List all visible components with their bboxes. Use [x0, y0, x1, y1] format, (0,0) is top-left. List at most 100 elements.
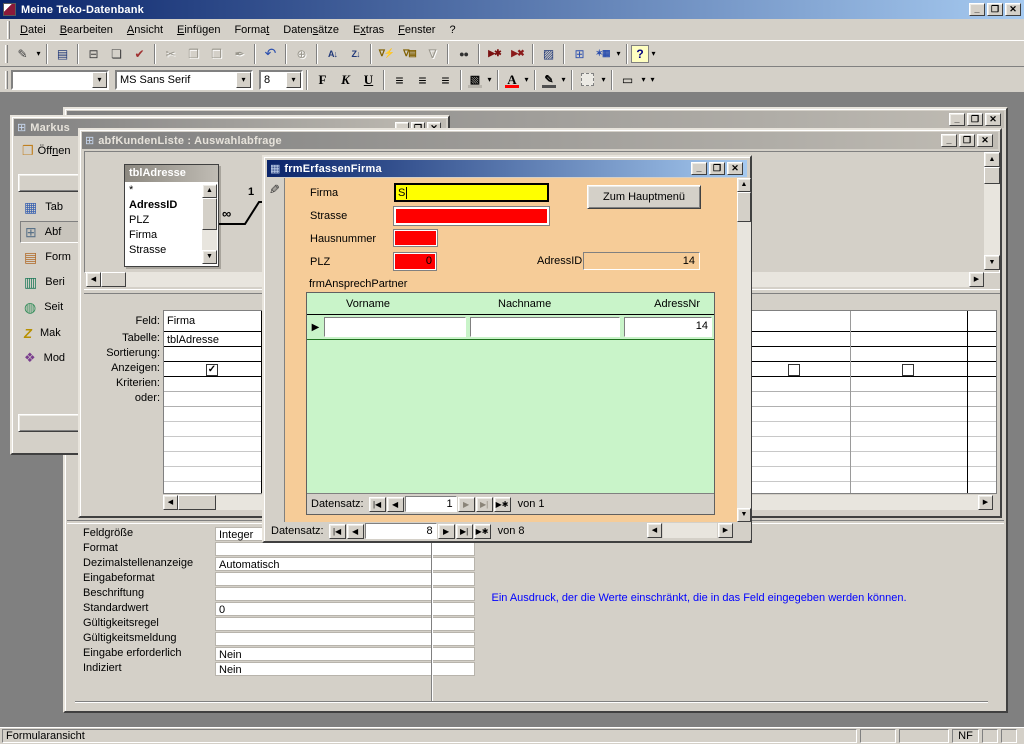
- cut-button[interactable]: ✂: [159, 43, 182, 65]
- firma-field[interactable]: S: [394, 183, 549, 202]
- property-value[interactable]: [215, 572, 475, 586]
- scrollbar-thumb[interactable]: [737, 192, 751, 222]
- adressid-field[interactable]: 14: [583, 252, 700, 270]
- scrollbar-thumb[interactable]: [101, 272, 126, 287]
- strasse-field[interactable]: [394, 207, 549, 225]
- menu-datensaetze[interactable]: Datensätze: [276, 21, 346, 39]
- paste-button[interactable]: ❒: [205, 43, 228, 65]
- underline-button[interactable]: U: [357, 69, 380, 91]
- adressnr-field[interactable]: 14: [624, 317, 712, 337]
- query-window-maximize-button[interactable]: ❐: [959, 134, 975, 147]
- font-size-dropdown-icon[interactable]: ▾: [286, 72, 301, 88]
- scroll-down-icon[interactable]: ▼: [984, 255, 1000, 270]
- menu-format[interactable]: Format: [227, 21, 276, 39]
- property-value[interactable]: [215, 617, 475, 631]
- new-record-button[interactable]: ▶✱: [494, 497, 511, 512]
- scroll-down-icon[interactable]: ▼: [737, 508, 751, 522]
- nachname-field[interactable]: [470, 317, 620, 337]
- sort-descending-button[interactable]: Z↓: [344, 43, 367, 65]
- fill-color-button[interactable]: ▧: [465, 70, 485, 90]
- align-right-icon[interactable]: ≡: [434, 69, 457, 91]
- property-value[interactable]: Automatisch: [215, 557, 475, 571]
- property-value[interactable]: [215, 587, 475, 601]
- scrollbar-thumb[interactable]: [202, 198, 217, 230]
- spelling-button[interactable]: ✔: [128, 43, 151, 65]
- property-value[interactable]: Nein: [215, 662, 475, 676]
- scroll-right-icon[interactable]: ▶: [969, 272, 984, 287]
- apply-filter-button[interactable]: ∇: [421, 43, 444, 65]
- show-checkbox-unchecked[interactable]: [902, 364, 914, 376]
- undo-button[interactable]: ↶: [259, 43, 282, 65]
- scrollbar-thumb[interactable]: [178, 495, 216, 510]
- scrollbar-track[interactable]: [663, 523, 717, 538]
- database-window-button[interactable]: ⊞: [568, 43, 591, 65]
- view-design-button[interactable]: ✎: [11, 43, 34, 65]
- properties-button[interactable]: ▨: [537, 43, 560, 65]
- scroll-left-icon[interactable]: ◀: [86, 272, 101, 287]
- align-left-icon[interactable]: ≡: [388, 69, 411, 91]
- first-record-button[interactable]: |◀: [329, 524, 346, 539]
- scrollbar-thumb[interactable]: [984, 167, 1000, 184]
- field-list-caption[interactable]: tblAdresse: [125, 165, 218, 182]
- subform-column-header[interactable]: Vorname: [324, 298, 470, 310]
- print-preview-button[interactable]: ❏: [105, 43, 128, 65]
- help-dropdown-icon[interactable]: ▾: [649, 43, 658, 65]
- grid-cell-tabelle[interactable]: tblAdresse: [167, 334, 259, 346]
- font-color-dropdown-icon[interactable]: ▾: [522, 69, 531, 91]
- app-maximize-button[interactable]: ❐: [987, 3, 1003, 16]
- object-selector-dropdown-icon[interactable]: ▾: [92, 72, 107, 88]
- query-window-close-button[interactable]: ✕: [977, 134, 993, 147]
- border-width-button[interactable]: [576, 69, 599, 91]
- scrollbar-track[interactable]: [202, 230, 217, 250]
- new-record-button[interactable]: ▶✱: [474, 524, 491, 539]
- new-object-dropdown-icon[interactable]: ▾: [614, 43, 623, 65]
- delete-record-button[interactable]: ▶✖: [506, 43, 529, 65]
- table-design-minimize-button[interactable]: _: [949, 113, 965, 126]
- first-record-button[interactable]: |◀: [369, 497, 386, 512]
- form-window-minimize-button[interactable]: _: [691, 162, 707, 175]
- property-value[interactable]: Nein: [215, 647, 475, 661]
- scroll-right-icon[interactable]: ▶: [978, 495, 993, 510]
- show-checkbox-unchecked[interactable]: [788, 364, 800, 376]
- font-name-dropdown-icon[interactable]: ▾: [236, 72, 251, 88]
- form-window-close-button[interactable]: ✕: [727, 162, 743, 175]
- table-design-maximize-button[interactable]: ❐: [967, 113, 983, 126]
- row-selector-icon[interactable]: ▶: [307, 322, 324, 333]
- font-name-combo[interactable]: MS Sans Serif ▾: [115, 70, 253, 90]
- record-number-input[interactable]: 1: [405, 496, 457, 512]
- field-list-item[interactable]: PLZ: [127, 214, 201, 229]
- filter-by-form-button[interactable]: ∇▤: [398, 43, 421, 65]
- menu-einfuegen[interactable]: Einfügen: [170, 21, 227, 39]
- menu-fenster[interactable]: Fenster: [391, 21, 442, 39]
- toolbar-format-grip[interactable]: [5, 71, 8, 89]
- menu-ansicht[interactable]: Ansicht: [120, 21, 170, 39]
- new-record-button[interactable]: ▶✱: [483, 43, 506, 65]
- next-record-button[interactable]: ▶: [458, 497, 475, 512]
- scroll-up-icon[interactable]: ▲: [984, 152, 1000, 167]
- copy-button[interactable]: ❐: [182, 43, 205, 65]
- scroll-down-icon[interactable]: ▼: [202, 250, 217, 264]
- filter-by-selection-button[interactable]: ∇⚡: [375, 43, 398, 65]
- bold-button[interactable]: F: [311, 69, 334, 91]
- last-record-button[interactable]: ▶|: [476, 497, 493, 512]
- record-number-input[interactable]: 8: [365, 523, 437, 539]
- align-center-icon[interactable]: ≡: [411, 69, 434, 91]
- scrollbar-track[interactable]: [984, 184, 1000, 255]
- field-list-item[interactable]: Firma: [127, 229, 201, 244]
- view-dropdown-icon[interactable]: ▾: [34, 43, 43, 65]
- app-minimize-button[interactable]: _: [969, 3, 985, 16]
- zum-hauptmenu-button[interactable]: Zum Hauptmenü: [587, 185, 701, 209]
- field-list-item[interactable]: *: [127, 184, 201, 199]
- next-record-button[interactable]: ▶: [438, 524, 455, 539]
- scroll-left-icon[interactable]: ◀: [163, 495, 178, 510]
- property-value[interactable]: [215, 632, 475, 646]
- subform-column-header[interactable]: AdressNr: [622, 298, 714, 310]
- query-window-minimize-button[interactable]: _: [941, 134, 957, 147]
- record-selector-bar[interactable]: ✎: [267, 178, 285, 522]
- show-checkbox-checked[interactable]: ✓: [206, 364, 218, 376]
- scrollbar-track[interactable]: [737, 222, 751, 508]
- app-close-button[interactable]: ✕: [1005, 3, 1021, 16]
- vorname-field[interactable]: [324, 317, 466, 337]
- find-button[interactable]: ●●: [452, 43, 475, 65]
- menu-grip[interactable]: [7, 21, 10, 39]
